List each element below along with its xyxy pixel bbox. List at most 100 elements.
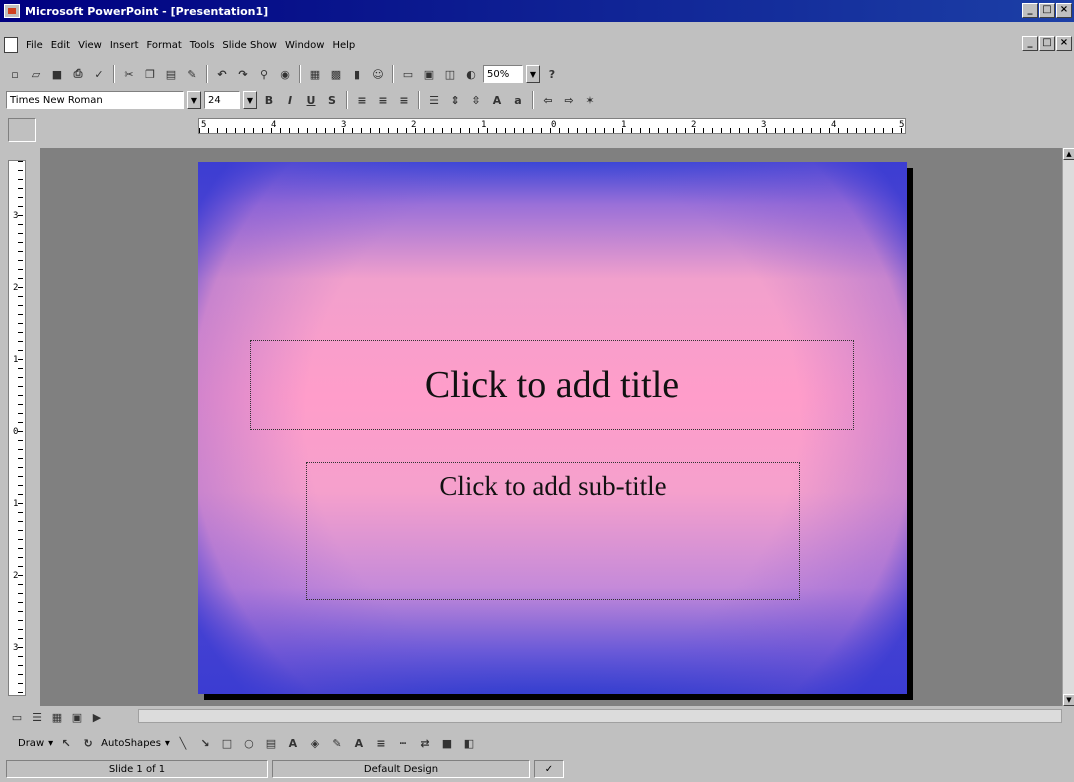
- dash-style-icon[interactable]: ┅: [394, 734, 412, 752]
- decrease-spacing-icon[interactable]: ⇳: [467, 91, 485, 109]
- horizontal-ruler[interactable]: 5 4 3 2 1 0 1 2 3 4 5: [198, 118, 906, 134]
- promote-icon[interactable]: ⇦: [539, 91, 557, 109]
- select-arrow-icon[interactable]: ↖: [57, 734, 75, 752]
- ruler-ticks: [18, 161, 23, 695]
- menu-format[interactable]: Format: [143, 40, 186, 51]
- zoom-dropdown-icon[interactable]: ▼: [526, 65, 540, 83]
- slide-layout-icon[interactable]: ▣: [420, 65, 438, 83]
- bold-icon[interactable]: B: [260, 91, 278, 109]
- bullets-icon[interactable]: ☰: [425, 91, 443, 109]
- autoshapes-menu-button[interactable]: AutoShapes: [101, 738, 161, 749]
- drawing-toolbar: Draw ▾ ↖ ↻ AutoShapes ▾ ╲ ↘ □ ○ ▤ A ◈ ✎ …: [0, 730, 1074, 756]
- menu-view[interactable]: View: [74, 40, 106, 51]
- zoom-field[interactable]: 50%: [483, 65, 523, 83]
- web-toolbar-icon[interactable]: ◉: [276, 65, 294, 83]
- toolbar-separator: [299, 65, 301, 83]
- line-color-icon[interactable]: ✎: [328, 734, 346, 752]
- line-icon[interactable]: ╲: [174, 734, 192, 752]
- slide-show-icon[interactable]: ▶: [88, 708, 106, 726]
- vertical-ruler[interactable]: 3 2 1 0 1 2 3: [8, 160, 26, 696]
- menu-file[interactable]: File: [22, 40, 47, 51]
- menu-window[interactable]: Window: [281, 40, 328, 51]
- rectangle-icon[interactable]: □: [218, 734, 236, 752]
- slide-canvas[interactable]: Click to add title Click to add sub-titl…: [198, 162, 907, 694]
- office-assistant-icon[interactable]: ?: [543, 65, 561, 83]
- 3d-style-icon[interactable]: ◧: [460, 734, 478, 752]
- format-painter-icon[interactable]: ✎: [183, 65, 201, 83]
- fill-color-icon[interactable]: ◈: [306, 734, 324, 752]
- scroll-up-icon[interactable]: ▲: [1063, 148, 1074, 160]
- toolbar-separator: [392, 65, 394, 83]
- new-icon[interactable]: ▫: [6, 65, 24, 83]
- menu-slide-show[interactable]: Slide Show: [218, 40, 281, 51]
- center-icon[interactable]: ≡: [374, 91, 392, 109]
- oval-icon[interactable]: ○: [240, 734, 258, 752]
- animation-effects-icon[interactable]: ✶: [581, 91, 599, 109]
- insert-chart-icon[interactable]: ▮: [348, 65, 366, 83]
- close-button[interactable]: ×: [1056, 3, 1072, 18]
- hyperlink-icon[interactable]: ⚲: [255, 65, 273, 83]
- menu-help[interactable]: Help: [328, 40, 359, 51]
- new-slide-icon[interactable]: ▭: [399, 65, 417, 83]
- increase-font-icon[interactable]: A: [488, 91, 506, 109]
- subtitle-placeholder[interactable]: Click to add sub-title: [306, 462, 800, 600]
- insert-word-table-icon[interactable]: ▦: [306, 65, 324, 83]
- open-icon[interactable]: ▱: [27, 65, 45, 83]
- redo-icon[interactable]: ↷: [234, 65, 252, 83]
- text-box-icon[interactable]: ▤: [262, 734, 280, 752]
- slide-sorter-icon[interactable]: ▦: [48, 708, 66, 726]
- horizontal-scrollbar[interactable]: [138, 709, 1062, 723]
- font-name-field[interactable]: Times New Roman: [6, 91, 184, 109]
- italic-icon[interactable]: I: [281, 91, 299, 109]
- draw-menu-button[interactable]: Draw: [18, 738, 44, 749]
- shadow-style-icon[interactable]: ■: [438, 734, 456, 752]
- arrow-icon[interactable]: ↘: [196, 734, 214, 752]
- print-icon[interactable]: ⎙: [69, 65, 87, 83]
- apply-design-icon[interactable]: ◫: [441, 65, 459, 83]
- menu-insert[interactable]: Insert: [106, 40, 143, 51]
- insert-clipart-icon[interactable]: ☺: [369, 65, 387, 83]
- font-color-icon[interactable]: A: [350, 734, 368, 752]
- title-placeholder[interactable]: Click to add title: [250, 340, 854, 430]
- line-style-icon[interactable]: ≡: [372, 734, 390, 752]
- normal-view-icon[interactable]: ▭: [8, 708, 26, 726]
- undo-icon[interactable]: ↶: [213, 65, 231, 83]
- cut-icon[interactable]: ✂: [120, 65, 138, 83]
- menu-tools[interactable]: Tools: [186, 40, 219, 51]
- scroll-down-icon[interactable]: ▼: [1063, 694, 1074, 706]
- copy-icon[interactable]: ❐: [141, 65, 159, 83]
- free-rotate-icon[interactable]: ↻: [79, 734, 97, 752]
- increase-spacing-icon[interactable]: ⇕: [446, 91, 464, 109]
- doc-restore-button[interactable]: □: [1039, 36, 1055, 51]
- decrease-font-icon[interactable]: a: [509, 91, 527, 109]
- shadow-icon[interactable]: S: [323, 91, 341, 109]
- font-name-dropdown-icon[interactable]: ▼: [187, 91, 201, 109]
- paste-icon[interactable]: ▤: [162, 65, 180, 83]
- menu-edit[interactable]: Edit: [47, 40, 74, 51]
- doc-close-button[interactable]: ×: [1056, 36, 1072, 51]
- demote-icon[interactable]: ⇨: [560, 91, 578, 109]
- save-icon[interactable]: ■: [48, 65, 66, 83]
- insert-excel-icon[interactable]: ▩: [327, 65, 345, 83]
- doc-minimize-button[interactable]: _: [1022, 36, 1038, 51]
- ruler-label: 2: [13, 283, 19, 293]
- font-size-field[interactable]: 24: [204, 91, 240, 109]
- minimize-button[interactable]: _: [1022, 3, 1038, 18]
- underline-icon[interactable]: U: [302, 91, 320, 109]
- align-right-icon[interactable]: ≡: [395, 91, 413, 109]
- spelling-status-icon[interactable]: ✓: [534, 760, 564, 778]
- grayscale-icon[interactable]: ◐: [462, 65, 480, 83]
- slide-view-icon[interactable]: ▣: [68, 708, 86, 726]
- wordart-icon[interactable]: A: [284, 734, 302, 752]
- font-size-dropdown-icon[interactable]: ▼: [243, 91, 257, 109]
- align-left-icon[interactable]: ≡: [353, 91, 371, 109]
- slide-indicator: Slide 1 of 1: [6, 760, 268, 778]
- outline-view-icon[interactable]: ☰: [28, 708, 46, 726]
- window-title: Microsoft PowerPoint - [Presentation1]: [25, 4, 269, 18]
- document-icon[interactable]: [4, 37, 18, 53]
- powerpoint-app-icon[interactable]: [4, 4, 20, 18]
- spelling-icon[interactable]: ✓: [90, 65, 108, 83]
- maximize-button[interactable]: □: [1039, 3, 1055, 18]
- vertical-scrollbar[interactable]: ▲ ▼: [1062, 148, 1074, 706]
- arrow-style-icon[interactable]: ⇄: [416, 734, 434, 752]
